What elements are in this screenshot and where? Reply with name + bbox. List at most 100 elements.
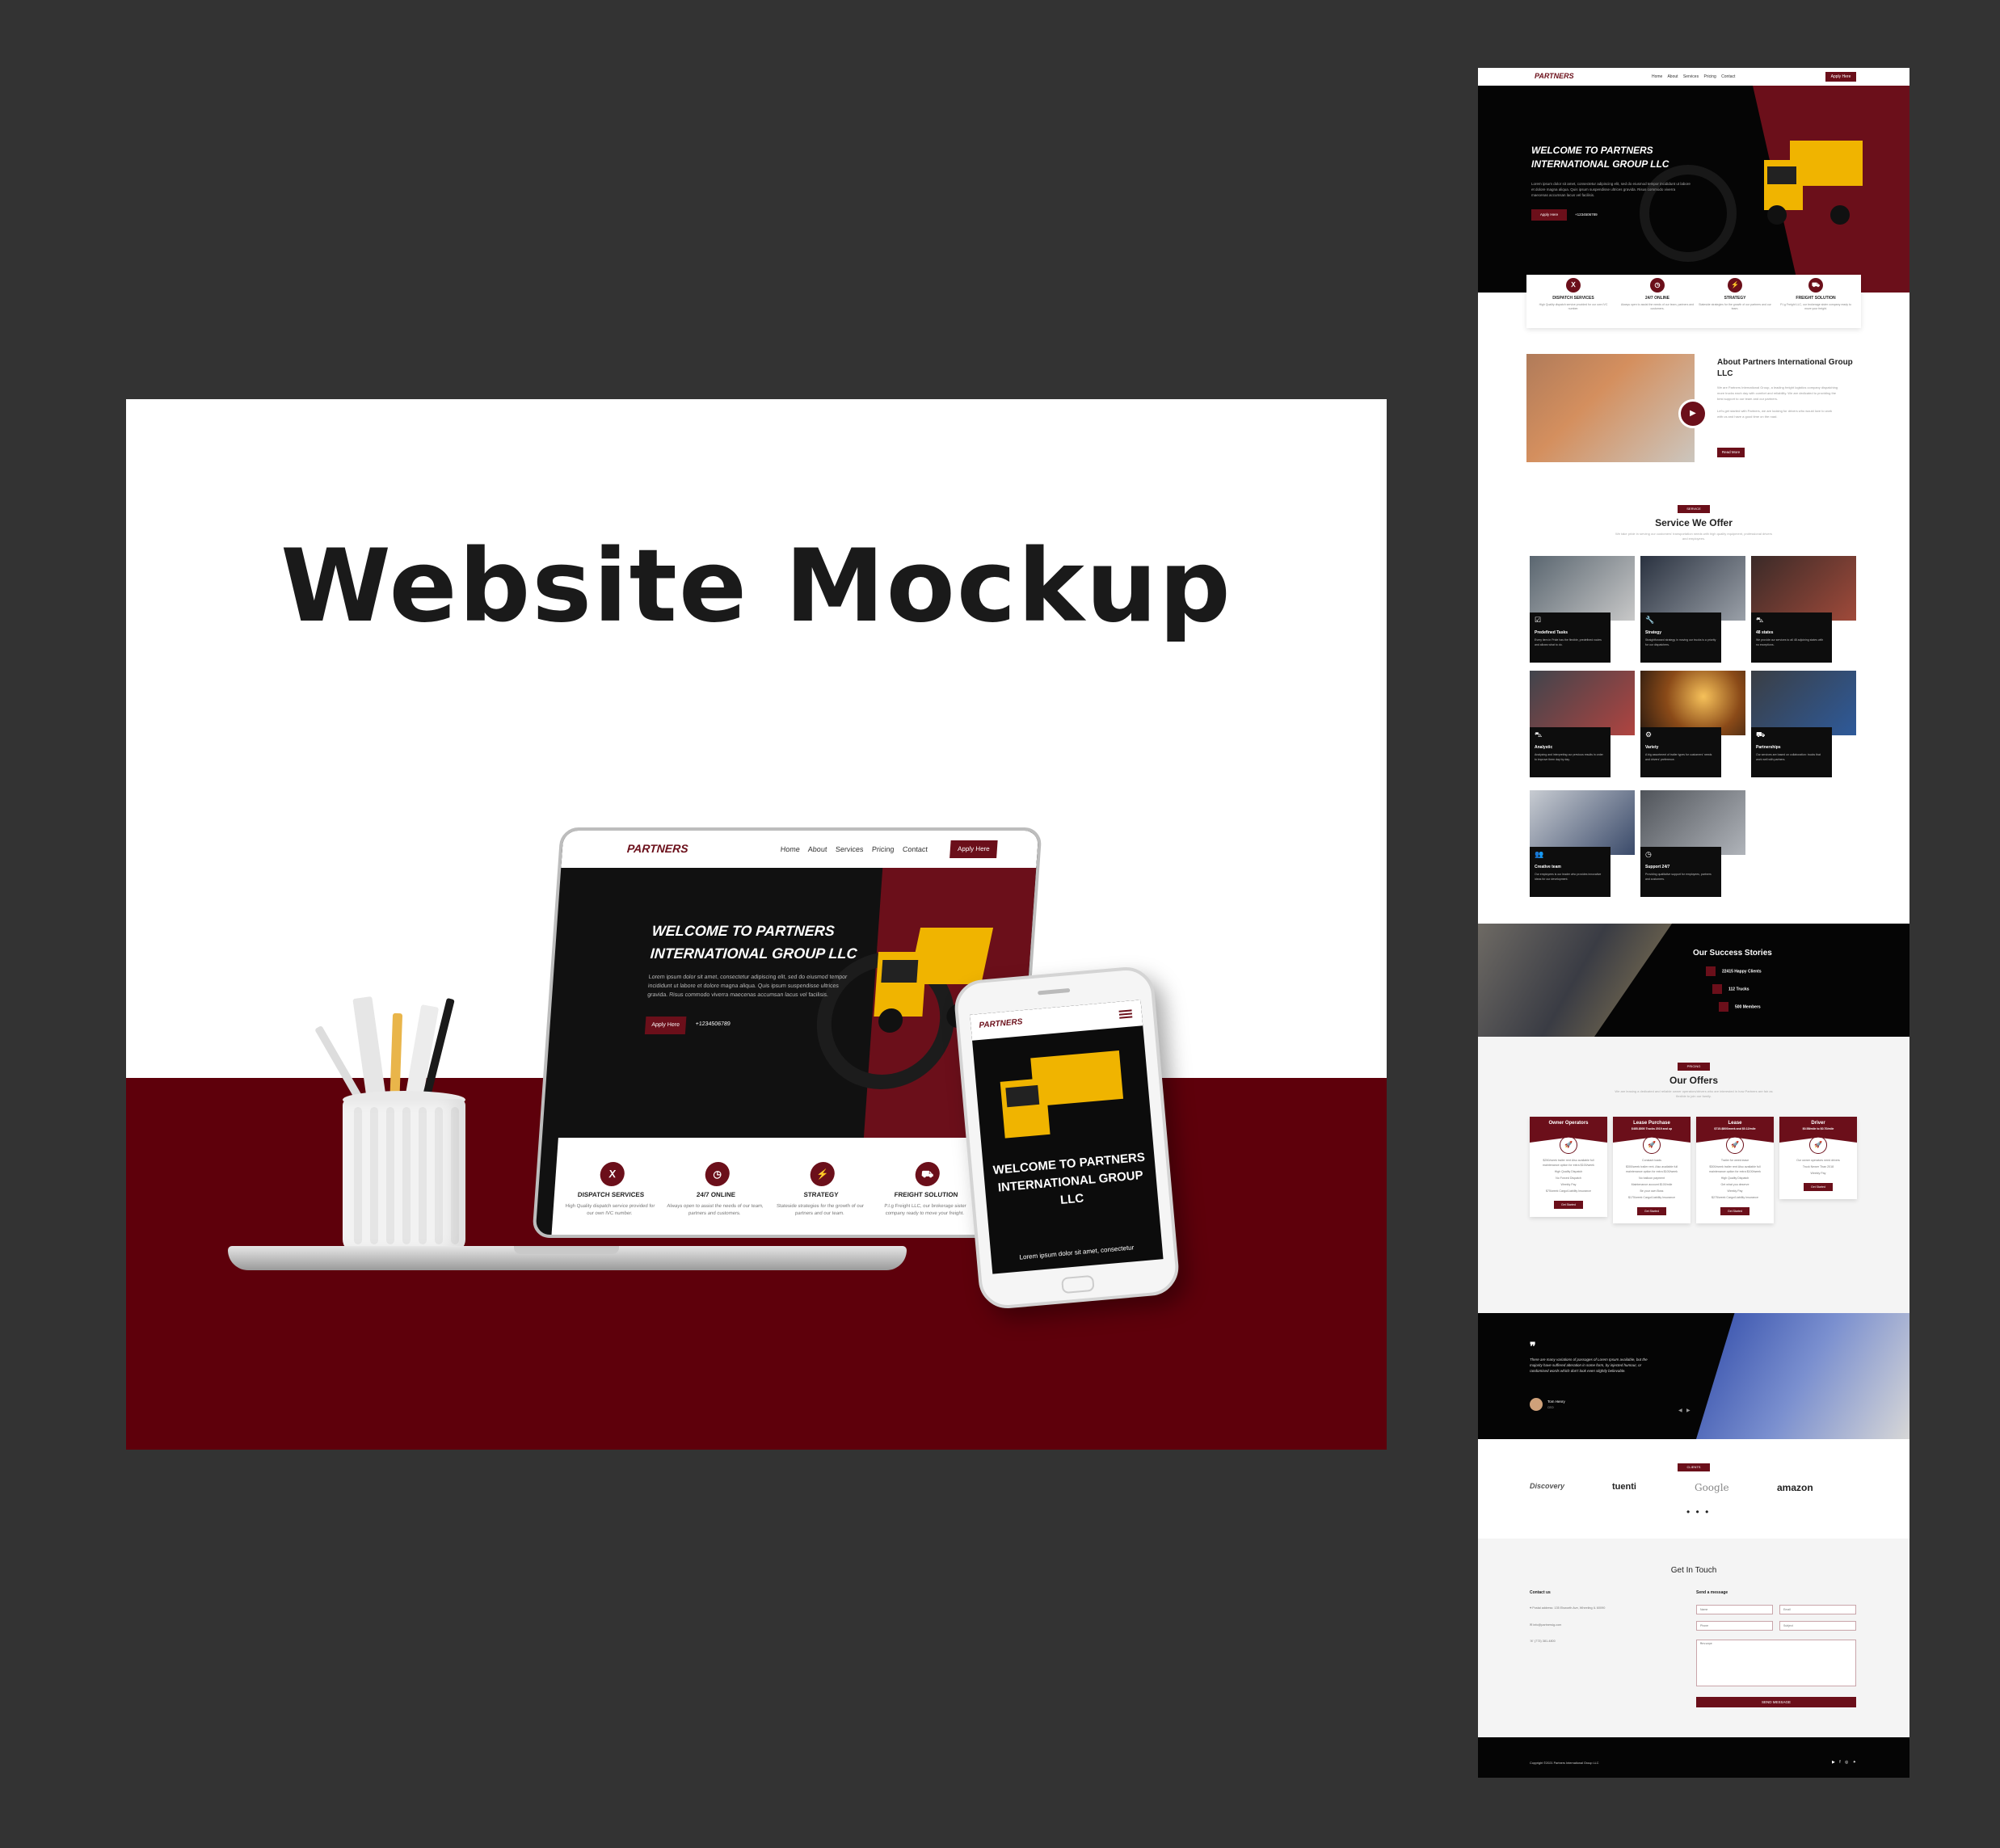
plan-feature: $75/week Cargo/Liability Insurance <box>1546 1189 1591 1193</box>
laptop-feature-card[interactable]: ⚡ STRATEGY Stateside strategies for the … <box>771 1162 872 1218</box>
service-tile[interactable]: ☑ Predefined Tasks Every item in Pride h… <box>1530 556 1635 663</box>
carousel-next-icon[interactable]: ▶ <box>1686 1408 1691 1413</box>
laptop-hero-apply-button[interactable]: Apply Here <box>644 1017 687 1034</box>
get-started-button[interactable]: Get Started <box>1637 1207 1666 1215</box>
laptop-feature-card[interactable]: Ⅹ DISPATCH SERVICES High Quality dispatc… <box>561 1162 662 1218</box>
dispatch-icon: Ⅹ <box>599 1162 625 1186</box>
service-tile[interactable]: ◷ Support 24/7 Providing qualitative sup… <box>1640 790 1745 897</box>
contact-heading: Contact us <box>1530 1590 1551 1595</box>
service-tile[interactable]: 👥 Creative team Our employees is our lea… <box>1530 790 1635 897</box>
laptop-feature-card[interactable]: ◷ 24/7 ONLINE Always open to assist the … <box>666 1162 767 1218</box>
contact-email-text[interactable]: info@partnersig.com <box>1533 1623 1561 1627</box>
service-name: Variety <box>1645 745 1659 750</box>
laptop-feature-title: 24/7 ONLINE <box>696 1191 736 1198</box>
subject-input[interactable] <box>1779 1621 1856 1631</box>
service-image <box>1640 556 1745 621</box>
service-box: ☑ Predefined Tasks Every item in Pride h… <box>1530 612 1611 663</box>
plan-feature: Our owner operators need drivers <box>1796 1159 1840 1162</box>
site-feature-card[interactable]: ⚡ STRATEGY Stateside strategies for the … <box>1698 278 1772 311</box>
site-logo[interactable]: PARTNERS <box>1535 72 1574 80</box>
plan-feature: $275/week Cargo/Liability Insurance <box>1712 1196 1758 1199</box>
pencil-cup <box>343 1099 465 1252</box>
clients-icon <box>1706 966 1716 976</box>
service-box: ⚙ Variety A big assortment of trailer ty… <box>1640 727 1721 777</box>
phone-logo[interactable]: PARTNERS <box>979 1017 1023 1030</box>
service-box: ⛍ 48 states We provide our services to a… <box>1751 612 1832 663</box>
site-feature-card[interactable]: ⛟ FREIGHT SOLUTION P.I.g Freight LLC, ou… <box>1779 278 1853 311</box>
service-tile[interactable]: ⛍ Analystic Analyzing and interpreting o… <box>1530 671 1635 777</box>
strategy-icon: ⚡ <box>1728 278 1742 293</box>
site-menu[interactable]: Home About Services Pricing Contact <box>1652 74 1735 79</box>
site-feature-title: STRATEGY <box>1724 296 1746 301</box>
laptop-feature-text: Always open to assist the needs of our t… <box>667 1204 764 1216</box>
checklist-icon: ☑ <box>1535 616 1542 624</box>
hero-truck-image <box>1761 141 1866 229</box>
contact-email: ✉ info@partnersig.com <box>1530 1623 1561 1627</box>
play-icon[interactable]: ▶ <box>1678 399 1707 428</box>
laptop-menu[interactable]: Home About Services Pricing Contact <box>781 845 928 853</box>
site-hero-apply-button[interactable]: Apply Here <box>1531 209 1567 221</box>
site-hero-phone: +1234506789 <box>1575 213 1598 217</box>
service-tile[interactable]: ⛍ 48 states We provide our services to a… <box>1751 556 1856 663</box>
laptop-nav: PARTNERS Home About Services Pricing Con… <box>561 831 1039 868</box>
name-input[interactable] <box>1696 1605 1773 1614</box>
laptop-feature-card[interactable]: ⛟ FREIGHT SOLUTION P.I.g Freight LLC, ou… <box>876 1162 977 1218</box>
truck-icon: ⛟ <box>1808 278 1823 293</box>
contact-address: ⌖ Postal address: 135 Elsworth Ave, Whee… <box>1530 1606 1605 1610</box>
avatar <box>1530 1398 1543 1411</box>
hamburger-menu-icon[interactable] <box>1118 1009 1132 1012</box>
get-started-button[interactable]: Get Started <box>1554 1201 1583 1209</box>
social-icons[interactable]: ▶ f ◎ ✦ <box>1832 1760 1858 1765</box>
service-text: A big assortment of trailer types for cu… <box>1645 753 1712 761</box>
price-card-lease-purchase: Lease Purchase $485-$800 Trucks 2019 and … <box>1613 1117 1691 1223</box>
plan-feature: Constant loads <box>1642 1159 1661 1162</box>
client-logo-amazon: amazon <box>1777 1482 1813 1493</box>
plan-feature: Be your own Boss <box>1640 1189 1664 1193</box>
service-tile[interactable]: ⛟ Partnerships Our services are based on… <box>1751 671 1856 777</box>
service-image <box>1751 671 1856 735</box>
get-started-button[interactable]: Get Started <box>1720 1207 1749 1215</box>
car-icon: ⛍ <box>1756 616 1764 624</box>
rocket-icon: 🚀 <box>1560 1136 1577 1154</box>
carousel-prev-icon[interactable]: ◀ <box>1678 1408 1682 1413</box>
laptop-apply-button[interactable]: Apply Here <box>949 840 998 858</box>
client-logo-tuenti: tuenti <box>1612 1482 1636 1492</box>
service-name: Support 24/7 <box>1645 865 1670 869</box>
laptop-logo[interactable]: PARTNERS <box>626 842 688 855</box>
phone-input[interactable] <box>1696 1621 1773 1631</box>
get-started-button[interactable]: Get Started <box>1804 1183 1833 1191</box>
plan-name: Owner Operators <box>1548 1121 1589 1126</box>
testimonial-text: There are many variations of passages of… <box>1530 1358 1648 1373</box>
team-icon: 👥 <box>1535 850 1544 858</box>
contact-phone-text[interactable]: (773) 381-4800 <box>1535 1640 1556 1643</box>
service-image <box>1640 671 1745 735</box>
plan-name: Driver <box>1811 1121 1825 1126</box>
service-tile[interactable]: 🔧 Strategy Straightforward strategy in m… <box>1640 556 1745 663</box>
laptop-feature-text: Stateside strategies for the growth of o… <box>776 1204 865 1216</box>
message-input[interactable] <box>1696 1640 1856 1686</box>
service-image <box>1530 790 1635 855</box>
email-input[interactable] <box>1779 1605 1856 1614</box>
success-stat-text: 112 Trucks <box>1728 987 1749 992</box>
site-apply-button[interactable]: Apply Here <box>1825 72 1856 82</box>
plan-feature: No balloon payment <box>1639 1177 1665 1180</box>
site-feature-title: 24/7 ONLINE <box>1644 296 1669 301</box>
service-text: Providing qualitative support for employ… <box>1645 873 1712 881</box>
success-stat: 112 Trucks <box>1712 984 1749 994</box>
send-message-button[interactable]: SEND MESSAGE <box>1696 1697 1856 1707</box>
plan-feature: High Quality Dispatch <box>1720 1177 1749 1180</box>
service-name: Partnerships <box>1756 745 1781 750</box>
site-feature-card[interactable]: Ⅹ DISPATCH SERVICES High Quality dispatc… <box>1536 278 1611 311</box>
service-box: 🔧 Strategy Straightforward strategy in m… <box>1640 612 1721 663</box>
plan-feature: $175/week Cargo/Liability Insurance <box>1628 1196 1675 1199</box>
laptop-feature-title: FREIGHT SOLUTION <box>894 1191 958 1198</box>
service-name: Creative team <box>1535 865 1561 869</box>
service-tile[interactable]: ⚙ Variety A big assortment of trailer ty… <box>1640 671 1745 777</box>
contact-phone: ☏ (773) 381-4800 <box>1530 1639 1556 1643</box>
plan-feature: High Quality Dispatch <box>1554 1170 1583 1173</box>
laptop-hero-phone: +1234506789 <box>695 1021 731 1027</box>
read-more-button[interactable]: Read More <box>1717 448 1745 457</box>
site-feature-card[interactable]: ◷ 24/7 ONLINE Always open to assist the … <box>1620 278 1695 311</box>
testimonial-role: CEO <box>1547 1406 1554 1409</box>
carousel-dots[interactable]: • • • <box>1686 1506 1710 1518</box>
